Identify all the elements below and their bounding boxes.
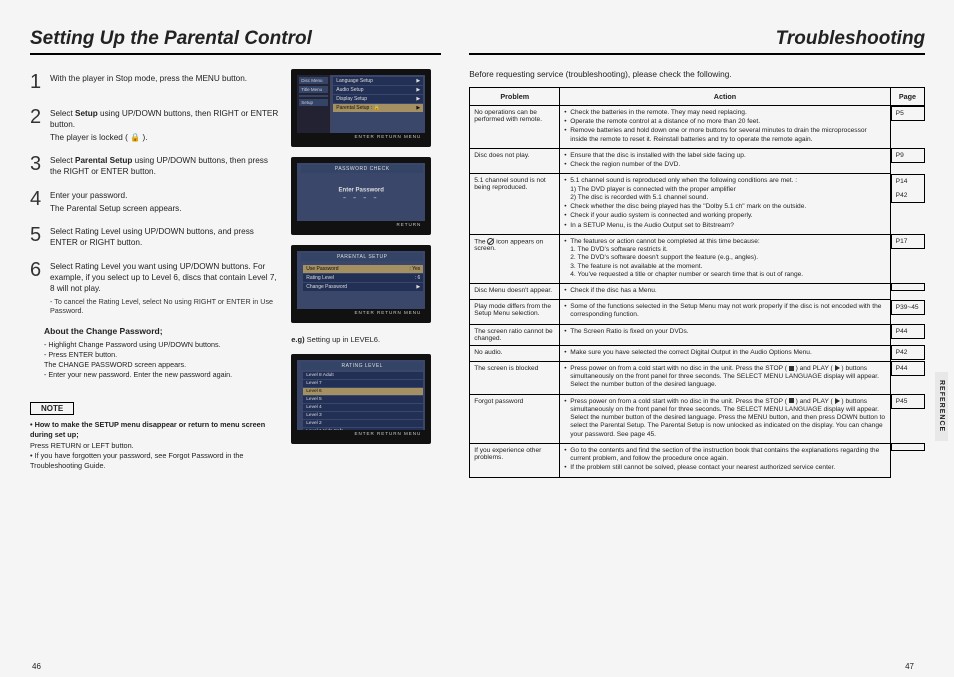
stop-icon bbox=[789, 366, 794, 371]
right-title: Troubleshooting bbox=[469, 28, 925, 55]
play-icon bbox=[835, 398, 840, 404]
left-page: Setting Up the Parental Control 1With th… bbox=[30, 28, 441, 667]
about-change-password-body: - Highlight Change Password using UP/DOW… bbox=[44, 340, 279, 380]
screenshot-parental-setup: PARENTAL SETUP Use Password: YesRating L… bbox=[291, 245, 431, 323]
prohibit-icon bbox=[487, 238, 494, 245]
note-label: NOTE bbox=[30, 402, 74, 415]
note-body: • How to make the SETUP menu disappear o… bbox=[30, 420, 279, 471]
th-action: Action bbox=[560, 88, 890, 106]
about-change-password-heading: About the Change Password; bbox=[44, 326, 279, 336]
side-tab-reference: REFERENCE bbox=[935, 372, 948, 440]
page-number-left: 46 bbox=[32, 662, 41, 671]
screenshot-column: Disc MenuTitle MenuSetup Language Setup▶… bbox=[291, 69, 441, 471]
th-problem: Problem bbox=[470, 88, 560, 106]
stop-icon bbox=[789, 398, 794, 403]
troubleshooting-table: Problem Action Page No operations can be… bbox=[469, 87, 925, 478]
screenshot-rating-level: RATING LEVEL Level 8 AdultLevel 7Level 6… bbox=[291, 354, 431, 444]
page-number-right: 47 bbox=[905, 662, 914, 671]
steps-list: 1With the player in Stop mode, press the… bbox=[30, 69, 279, 471]
play-icon bbox=[835, 365, 840, 371]
right-page: Troubleshooting Before requesting servic… bbox=[469, 28, 925, 667]
troubleshooting-intro: Before requesting service (troubleshooti… bbox=[469, 69, 925, 79]
th-page: Page bbox=[890, 88, 925, 106]
screenshot-setup-menu: Disc MenuTitle MenuSetup Language Setup▶… bbox=[291, 69, 431, 147]
left-title: Setting Up the Parental Control bbox=[30, 28, 441, 55]
caption-level6: e.g) Setting up in LEVEL6. bbox=[291, 335, 441, 344]
screenshot-password-check: PASSWORD CHECK Enter Password – – – – RE… bbox=[291, 157, 431, 235]
